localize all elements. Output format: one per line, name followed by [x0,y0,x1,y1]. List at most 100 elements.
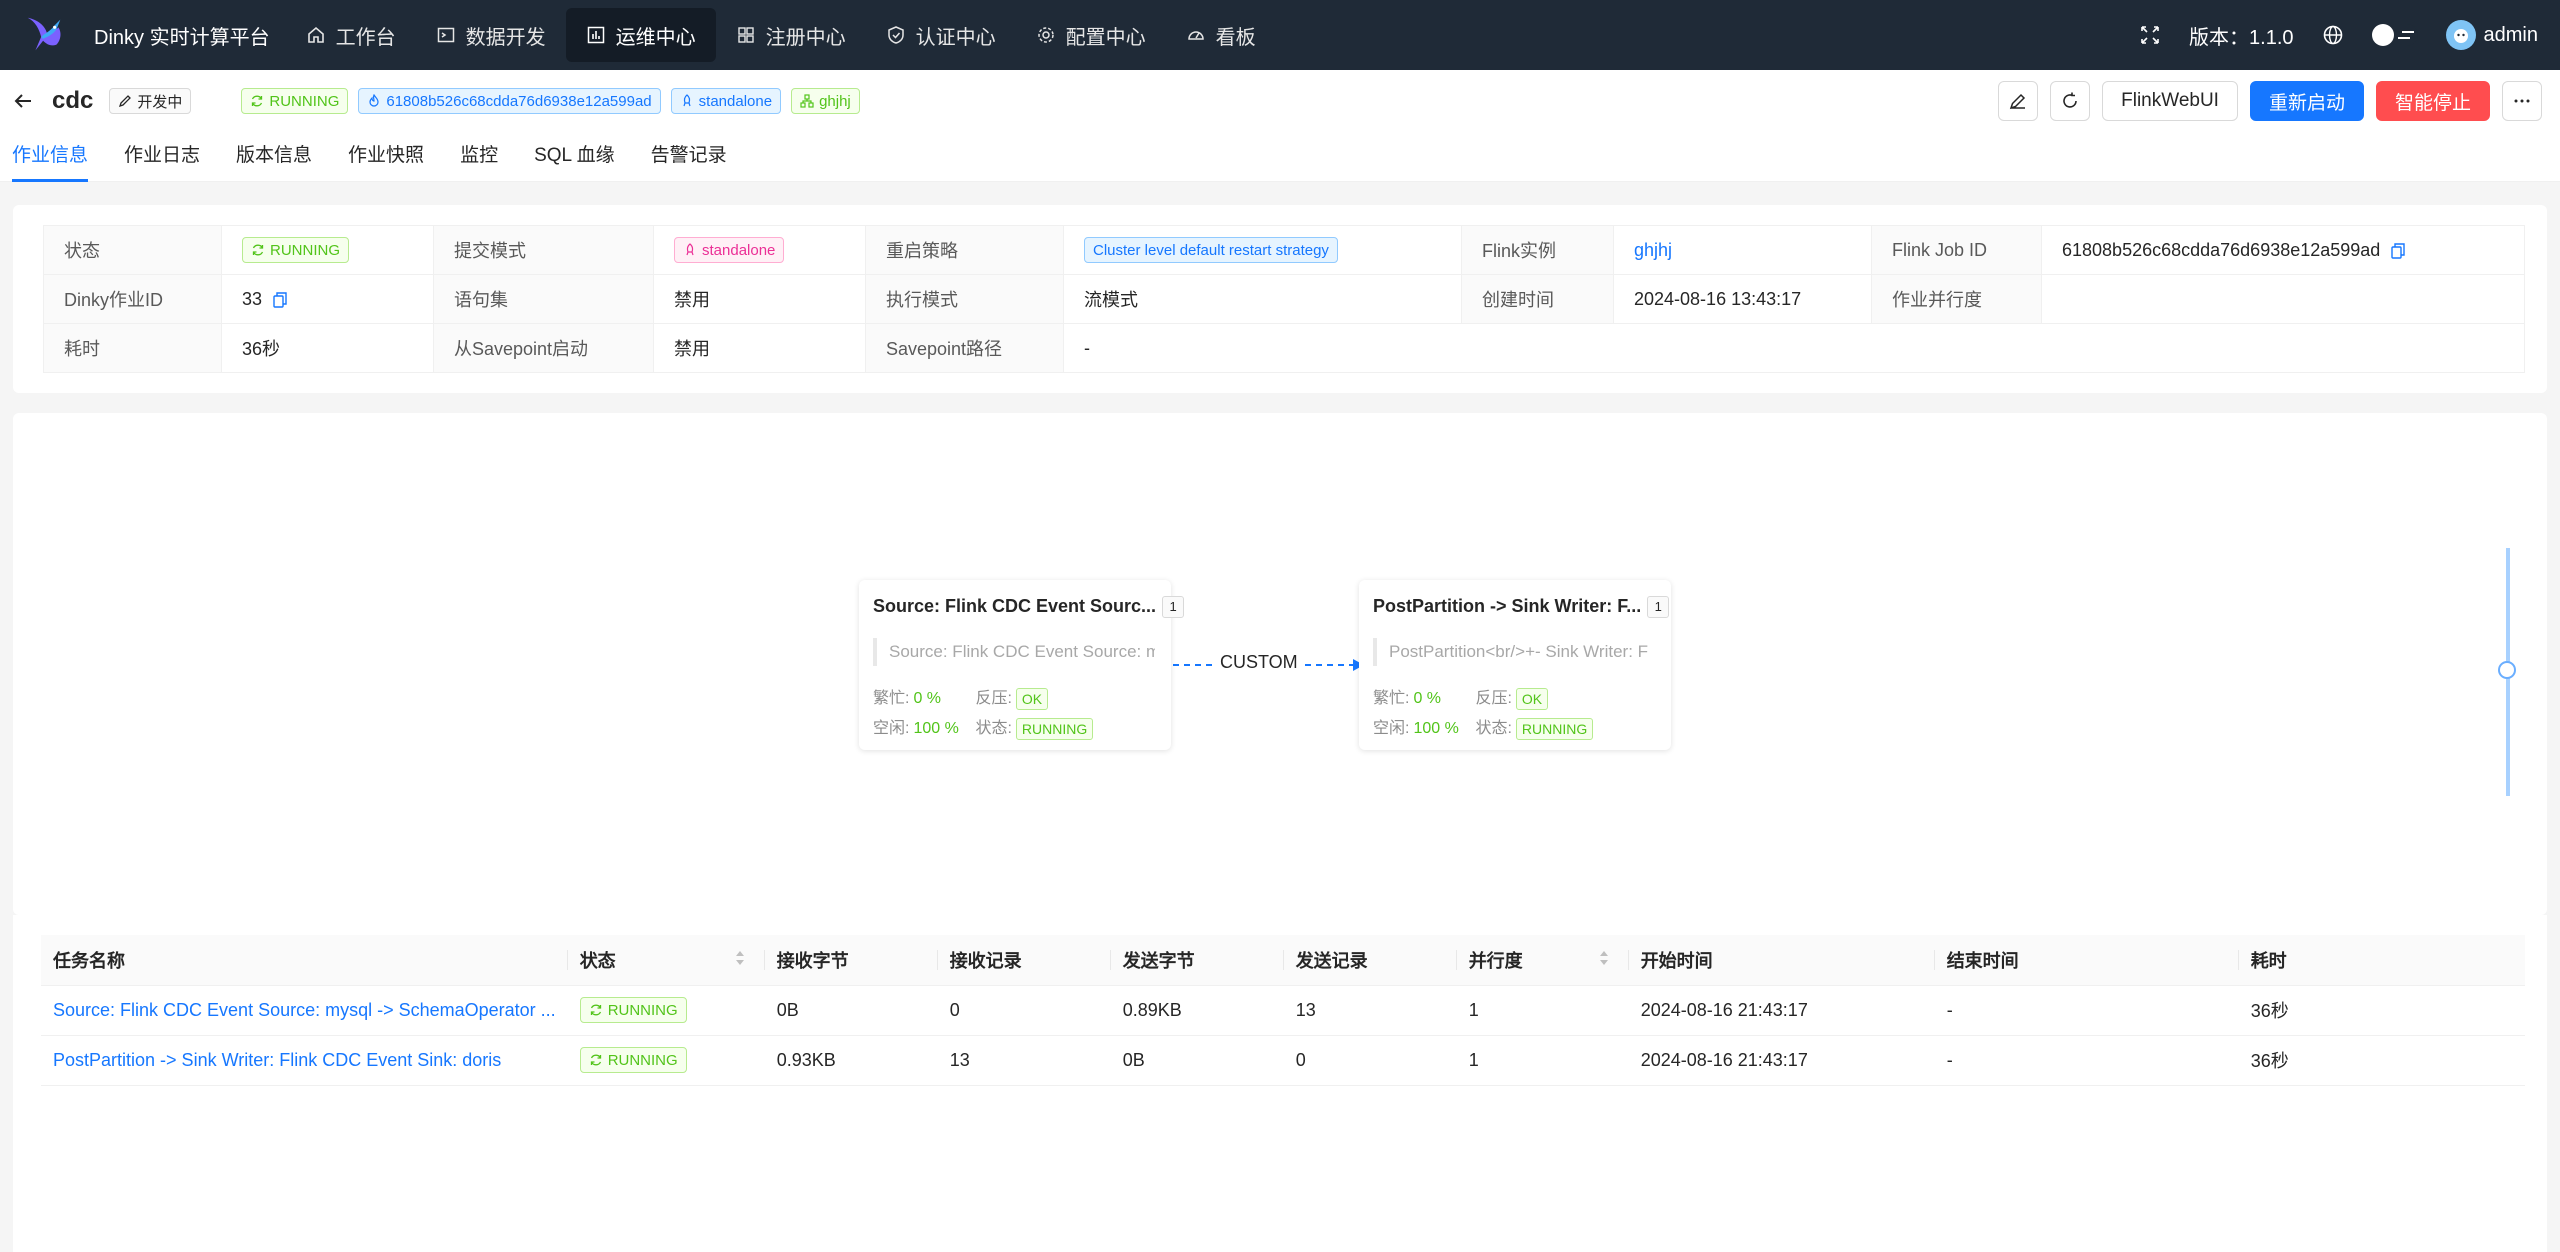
column-header: 任务名称 [41,935,568,986]
nav-item-label: 认证中心 [915,26,996,49]
tab-job-log[interactable]: 作业日志 [124,132,200,182]
fullscreen-icon[interactable] [2139,24,2161,46]
nav-item-devops[interactable]: 运维中心 [565,8,716,62]
restart-button[interactable]: 重新启动 [2249,81,2364,121]
flink-instance-link[interactable]: ghjhj [1634,240,1672,260]
info-label: 执行模式 [865,274,1064,324]
user-menu[interactable]: admin [2445,20,2538,50]
nav-item-auth[interactable]: 认证中心 [866,8,1016,62]
job-id-tag: 61808b526c68cdda76d6938e12a599ad [358,88,661,114]
nav-item-settings[interactable]: 配置中心 [1016,8,1166,62]
rocket-icon [683,94,691,107]
tab-monitor[interactable]: 监控 [460,132,498,182]
gauge-icon [1187,31,1204,40]
tab-sql-lineage[interactable]: SQL 血缘 [534,132,615,182]
tab-job-info[interactable]: 作业信息 [12,132,89,182]
globe-icon[interactable] [2322,24,2344,46]
edge-label: CUSTOM [1216,652,1302,673]
graph-node-source[interactable]: Source: Flink CDC Event Sourc... 1 Source… [859,580,1185,750]
nav-item-registry[interactable]: 注册中心 [716,8,866,62]
theme-toggle[interactable] [2371,24,2418,46]
busy-value: 0 % [913,690,942,707]
column-header: 结束时间 [1934,935,2239,986]
idle-label: 空闲: [1373,720,1410,737]
column-header-label: 并行度 [1468,950,1523,971]
tab-version-info[interactable]: 版本信息 [236,132,312,182]
main-nav: 工作台 数据开发 运维中心 注册中心 认证中心 配置中心 看板 [286,0,1276,70]
tab-alert-records[interactable]: 告警记录 [651,132,727,182]
parallelism-cell: 1 [1456,1035,1629,1086]
cluster-label: ghjhj [819,92,851,110]
info-value [2041,274,2525,324]
nav-item-dashboard[interactable]: 看板 [1166,8,1276,62]
flink-web-ui-button[interactable]: FlinkWebUI [2102,81,2238,121]
job-graph-panel[interactable]: CUSTOM Source: Flink CDC Event Sourc... 1… [13,413,2547,915]
column-header-sortable[interactable]: 并行度 [1456,935,1629,986]
dev-tag-label: 开发中 [137,93,183,111]
info-value: - [1063,323,2525,373]
nav-item-workbench[interactable]: 工作台 [286,8,416,62]
nav-item-data-studio[interactable]: 数据开发 [416,8,566,62]
smart-stop-button[interactable]: 智能停止 [2375,81,2490,121]
backpressure-value: OK [1015,688,1049,710]
state-value: RUNNING [1515,718,1594,740]
job-tabs: 作业信息 作业日志 版本信息 作业快照 监控 SQL 血缘 告警记录 [0,132,2560,182]
cluster-tag: ghjhj [791,88,860,114]
sort-icon[interactable] [1599,949,1609,967]
info-value: 2024-08-16 13:43:17 [1613,274,1872,324]
graph-node-sink[interactable]: PostPartition -> Sink Writer: F... 1 Post… [1359,580,1671,750]
info-value: 禁用 [653,274,866,324]
node-title-text: PostPartition -> Sink Writer: F... [1373,596,1642,616]
node-stats-row: 繁忙: 0 % 反压: OK [1373,684,1593,714]
username: admin [2483,23,2538,46]
job-info-card: 状态 RUNNING 提交模式 standalone 重启策略 Cluster … [13,205,2547,393]
column-header-label: 发送记录 [1295,950,1368,971]
task-name-link[interactable]: Source: Flink CDC Event Source: mysql ->… [53,1000,556,1020]
sort-icon[interactable] [735,949,745,967]
table-row[interactable]: Source: Flink CDC Event Source: mysql ->… [41,985,2525,1036]
copy-icon[interactable] [273,292,287,308]
column-header-label: 发送字节 [1122,950,1195,971]
info-label: Flink Job ID [1871,225,2042,275]
sync-icon [252,244,264,256]
recv-records-cell: 0 [937,985,1111,1036]
dinky-logo-icon[interactable] [22,12,68,58]
column-header-label: 状态 [579,950,616,971]
column-header-label: 任务名称 [53,950,125,971]
task-name-link[interactable]: PostPartition -> Sink Writer: Flink CDC … [53,1050,501,1070]
job-info-table: 状态 RUNNING 提交模式 standalone 重启策略 Cluster … [43,225,2525,373]
job-header: cdc 开发中 RUNNING 61808b526c68cdda76d6938e… [0,70,2560,132]
home-icon [307,26,324,43]
user-avatar-icon [2453,29,2468,43]
back-arrow-icon[interactable] [12,90,34,112]
refresh-button[interactable] [2050,81,2091,121]
node-parallelism: 1 [1647,596,1670,619]
column-header-label: 耗时 [2250,950,2287,971]
header-actions: FlinkWebUI 重新启动 智能停止 [1998,81,2560,121]
busy-label: 繁忙: [1373,690,1410,707]
task-list-panel: 任务名称 状态 接收字节 接收记录 发送字节 发送记录 并行度 开始时间 结束时… [13,915,2547,1252]
state-value: RUNNING [1015,718,1094,740]
info-value: 禁用 [653,323,866,373]
zoom-slider-handle[interactable] [2498,661,2516,679]
start-time-cell: 2024-08-16 21:43:17 [1628,1035,1935,1086]
submit-mode-badge: standalone [674,237,785,263]
version-label: 版本：1.1.0 [2189,26,2294,49]
end-time-cell: - [1934,985,2239,1036]
column-header-sortable[interactable]: 状态 [567,935,765,986]
tab-job-snapshot[interactable]: 作业快照 [348,132,424,182]
top-navbar: Dinky 实时计算平台 工作台 数据开发 运维中心 注册中心 认证中心 配置中… [0,0,2560,70]
appstore-icon [737,27,754,43]
backpressure-label: 反压: [975,690,1012,707]
copy-icon[interactable] [2391,243,2406,259]
more-button[interactable] [2502,81,2542,121]
gear-icon [1037,27,1054,43]
info-label: 状态 [43,225,222,275]
info-label: 重启策略 [865,225,1064,275]
top-right-tools: 版本：1.1.0 admin [2139,0,2560,70]
table-row[interactable]: PostPartition -> Sink Writer: Flink CDC … [41,1035,2525,1086]
edit-button[interactable] [1998,81,2039,121]
duration-cell: 36秒 [2238,985,2525,1036]
nav-item-label: 看板 [1215,26,1256,49]
status-badge: RUNNING [579,1047,687,1073]
